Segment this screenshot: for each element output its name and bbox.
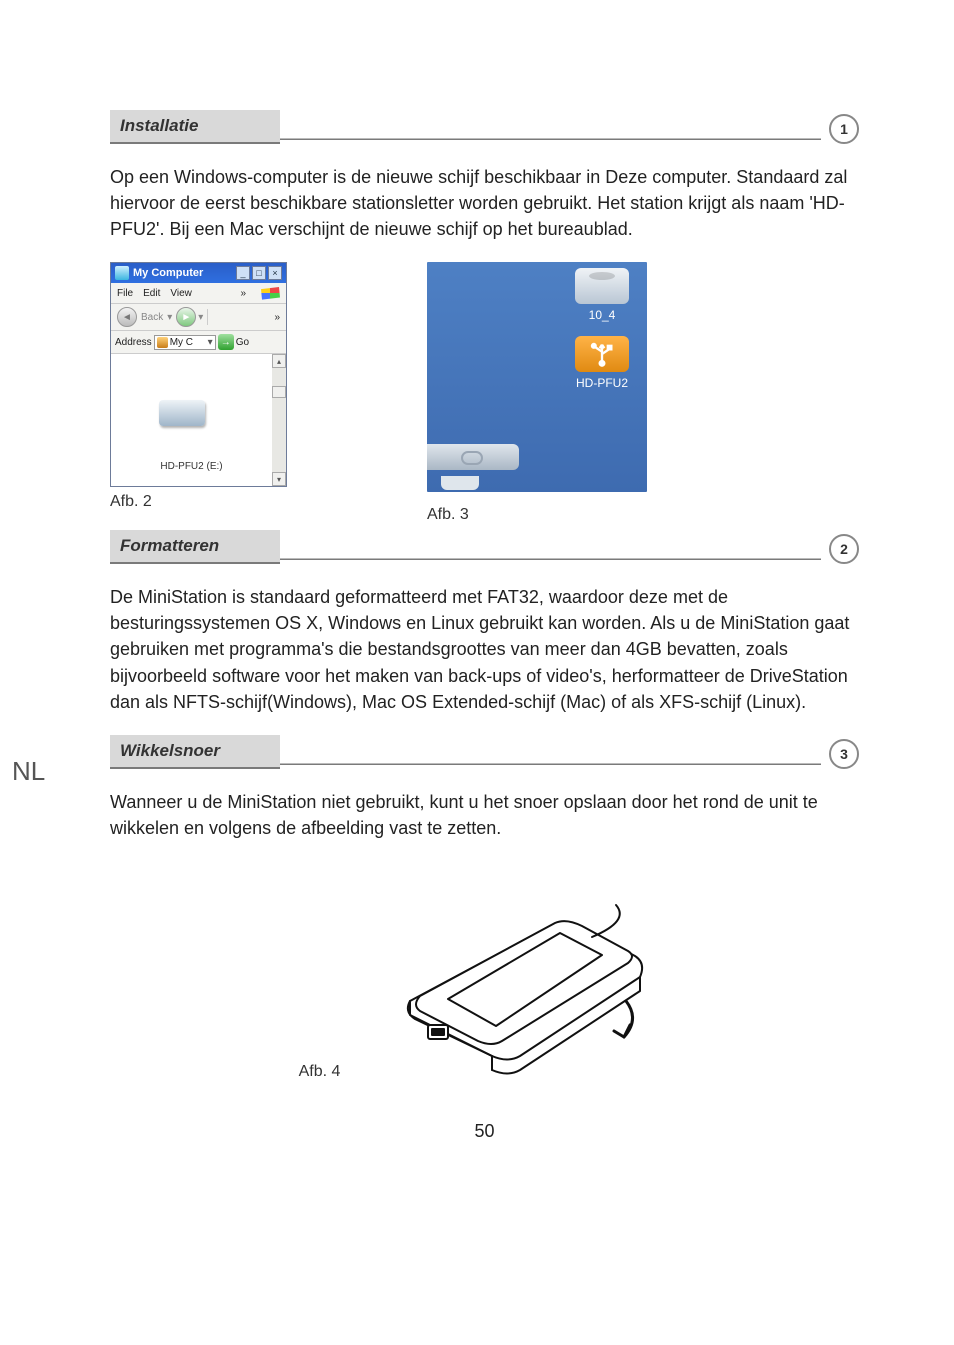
minimize-icon: _ <box>236 266 250 280</box>
folder-icon <box>157 337 168 348</box>
windows-explorer-mock: My Computer _ □ × File Edit View » ◄ <box>110 262 287 487</box>
drive-label: HD-PFU2 (E:) <box>111 461 272 472</box>
menu-edit: Edit <box>143 288 160 299</box>
dropdown-arrow-icon: ▾ <box>208 337 213 348</box>
section-header-formatteren: Formatteren 2 <box>110 530 859 564</box>
menu-view: View <box>170 288 192 299</box>
divider <box>280 138 821 140</box>
internal-hdd-icon <box>575 268 629 304</box>
windows-flag-icon <box>260 286 280 300</box>
maximize-icon: □ <box>252 266 266 280</box>
drive-foot-icon <box>441 476 479 490</box>
window-title: My Computer <box>133 267 203 279</box>
language-code: NL <box>12 756 45 787</box>
chevron-right-icon: » <box>240 288 246 299</box>
explorer-body: HD-PFU2 (E:) ▴ ▾ <box>111 354 286 486</box>
toolbar: ◄ Back ▾ ► ▾ » <box>111 304 286 331</box>
section-header-wikkelsnoer: Wikkelsnoer 3 <box>110 735 859 769</box>
window-controls: _ □ × <box>236 266 282 280</box>
scrollbar: ▴ ▾ <box>272 354 286 486</box>
step-number: 1 <box>829 114 859 144</box>
figure-row: My Computer _ □ × File Edit View » ◄ <box>110 262 859 524</box>
figure-caption: Afb. 4 <box>299 1063 341 1081</box>
address-field: My C ▾ <box>154 335 216 350</box>
section-body: De MiniStation is standaard geformatteer… <box>110 584 859 714</box>
manual-page: NL Installatie 1 Op een Windows-computer… <box>0 0 954 1182</box>
address-bar: Address My C ▾ → Go <box>111 331 286 354</box>
figure-caption: Afb. 3 <box>427 506 647 524</box>
hard-drive-icon <box>159 400 205 426</box>
scroll-up-icon: ▴ <box>272 354 286 368</box>
forward-button-icon: ► <box>176 307 196 327</box>
window-titlebar: My Computer _ □ × <box>111 263 286 283</box>
figure-caption: Afb. 2 <box>110 493 287 511</box>
usb-label: HD-PFU2 <box>575 376 629 390</box>
step-number: 3 <box>829 739 859 769</box>
drive-tray-icon <box>427 444 519 470</box>
hdd-label: 10_4 <box>575 308 629 322</box>
menu-bar: File Edit View » <box>111 283 286 304</box>
dropdown-arrow-icon: ▾ <box>167 312 172 323</box>
my-computer-icon <box>115 266 129 280</box>
drive-item <box>159 400 205 426</box>
go-arrow-icon: → <box>218 334 234 350</box>
desktop-icons: 10_4 HD-PFU2 <box>575 268 629 390</box>
close-icon: × <box>268 266 282 280</box>
step-number: 2 <box>829 534 859 564</box>
back-label: Back <box>141 312 163 323</box>
scroll-down-icon: ▾ <box>272 472 286 486</box>
divider <box>280 558 821 560</box>
back-button-icon: ◄ <box>117 307 137 327</box>
figure-4: Afb. 4 <box>110 881 859 1081</box>
figure-2: My Computer _ □ × File Edit View » ◄ <box>110 262 287 511</box>
divider <box>280 763 821 765</box>
page-number: 50 <box>110 1121 859 1142</box>
section-title: Formatteren <box>110 530 280 564</box>
address-label: Address <box>115 337 152 348</box>
ministation-illustration <box>370 881 670 1081</box>
menu-file: File <box>117 288 133 299</box>
section-title: Installatie <box>110 110 280 144</box>
scroll-thumb <box>272 386 286 398</box>
dropdown-arrow-icon: ▾ <box>198 312 203 323</box>
chevron-right-icon: » <box>274 312 280 323</box>
figure-3: 10_4 HD-PFU2 Afb. 3 <box>427 262 647 524</box>
section-title: Wikkelsnoer <box>110 735 280 769</box>
usb-drive-icon <box>575 336 629 372</box>
separator <box>207 309 208 325</box>
mac-desktop-mock: 10_4 HD-PFU2 <box>427 262 647 492</box>
address-value: My C <box>170 337 193 348</box>
section-header-installatie: Installatie 1 <box>110 110 859 144</box>
go-label: Go <box>236 337 249 348</box>
section-body: Wanneer u de MiniStation niet gebruikt, … <box>110 789 859 841</box>
section-body: Op een Windows-computer is de nieuwe sch… <box>110 164 859 242</box>
